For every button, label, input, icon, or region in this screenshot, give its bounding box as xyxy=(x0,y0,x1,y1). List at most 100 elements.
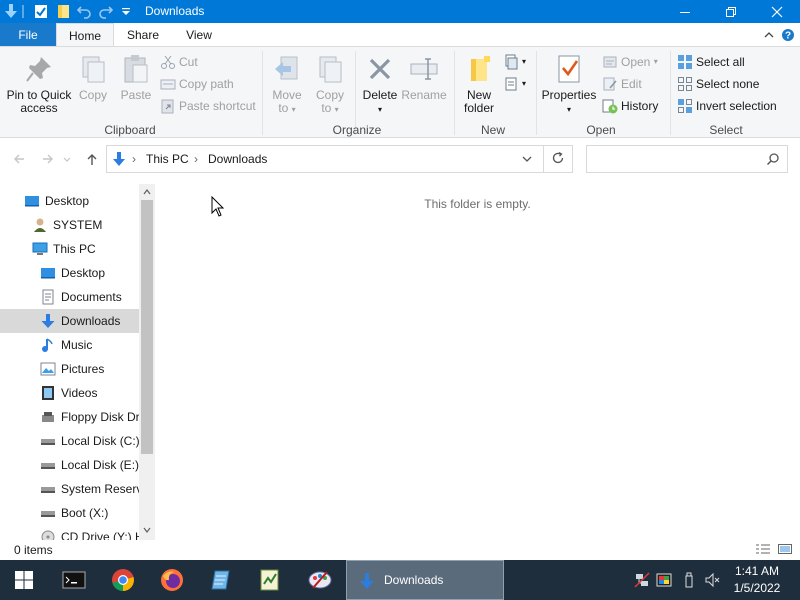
breadcrumb-chevron-icon[interactable]: › xyxy=(194,152,198,166)
paint-app-icon[interactable] xyxy=(296,560,344,600)
tree-item-local-disk-e[interactable]: Local Disk (E:) xyxy=(0,453,139,477)
tree-item-local-disk-c[interactable]: Local Disk (C:) xyxy=(0,429,139,453)
cut-button[interactable]: Cut xyxy=(160,52,198,72)
tree-item-desktop-root[interactable]: Desktop xyxy=(0,189,139,213)
tree-item-videos[interactable]: Videos xyxy=(0,381,139,405)
tree-item-documents[interactable]: Documents xyxy=(0,285,139,309)
redo-icon[interactable] xyxy=(98,3,114,19)
tree-item-pictures[interactable]: Pictures xyxy=(0,357,139,381)
tree-item-cd-drive[interactable]: CD Drive (Y:) H xyxy=(0,525,139,540)
tree-item-system[interactable]: SYSTEM xyxy=(0,213,139,237)
undo-icon[interactable] xyxy=(76,3,92,19)
properties-button[interactable]: Properties ▾ xyxy=(540,53,598,116)
back-arrow-icon[interactable] xyxy=(9,149,29,169)
search-icon[interactable] xyxy=(766,152,780,169)
maximize-button[interactable] xyxy=(708,0,754,23)
address-dropdown-chevron-icon[interactable] xyxy=(521,153,533,168)
move-to-button[interactable]: Move to ▾ xyxy=(268,53,306,116)
properties-quick-icon[interactable] xyxy=(33,3,49,19)
notepad-icon[interactable] xyxy=(197,560,245,600)
tab-share[interactable]: Share xyxy=(116,23,170,47)
new-item-button[interactable]: ▾ xyxy=(503,52,526,72)
breadcrumb-downloads[interactable]: Downloads xyxy=(208,152,267,166)
address-bar[interactable]: › This PC › Downloads xyxy=(106,145,544,173)
tree-item-music[interactable]: Music xyxy=(0,333,139,357)
search-box[interactable] xyxy=(586,145,788,173)
breadcrumb-chevron-icon[interactable]: › xyxy=(132,152,136,166)
usb-device-icon[interactable] xyxy=(681,572,697,588)
command-prompt-icon[interactable] xyxy=(50,560,98,600)
select-none-button[interactable]: Select none xyxy=(677,74,759,94)
copy-to-label-line2: to xyxy=(321,101,332,115)
tab-home[interactable]: Home xyxy=(56,23,114,47)
file-list-area[interactable]: This folder is empty. xyxy=(155,184,800,540)
rename-button[interactable]: Rename xyxy=(401,53,447,102)
open-button[interactable]: Open ▾ xyxy=(602,52,658,72)
refresh-button[interactable] xyxy=(544,145,573,173)
cut-label: Cut xyxy=(179,55,198,69)
scroll-down-arrow-icon[interactable] xyxy=(139,522,155,538)
copy-to-button[interactable]: Copy to ▾ xyxy=(311,53,349,116)
forward-arrow-icon[interactable] xyxy=(38,149,58,169)
customize-toolbar-chevron-icon[interactable] xyxy=(118,3,134,19)
taskbar-clock[interactable]: 1:41 AM 1/5/2022 xyxy=(726,563,788,597)
tree-item-this-pc[interactable]: This PC xyxy=(0,237,139,261)
new-folder-label-line2: folder xyxy=(463,101,495,115)
new-folder-label-line1: New xyxy=(466,88,491,102)
music-icon xyxy=(40,337,56,353)
paste-shortcut-button[interactable]: Paste shortcut xyxy=(160,96,256,116)
drive-icon xyxy=(40,457,56,473)
recent-locations-chevron-icon[interactable] xyxy=(61,149,73,169)
tree-item-label: This PC xyxy=(53,242,96,256)
history-button[interactable]: History xyxy=(602,96,658,116)
copy-to-label-line1: Copy xyxy=(315,88,344,102)
tree-item-floppy[interactable]: Floppy Disk Dri xyxy=(0,405,139,429)
paste-button[interactable]: Paste xyxy=(118,53,154,102)
network-icon[interactable] xyxy=(634,572,650,588)
tab-view[interactable]: View xyxy=(172,23,226,47)
firefox-icon[interactable] xyxy=(148,560,196,600)
breadcrumb-this-pc[interactable]: This PC xyxy=(146,152,189,166)
help-icon[interactable]: ? xyxy=(781,28,795,42)
copy-button[interactable]: Copy xyxy=(76,53,110,102)
copy-path-button[interactable]: Copy path xyxy=(160,74,234,94)
scrollbar-thumb[interactable] xyxy=(141,200,153,454)
start-windows-icon[interactable] xyxy=(0,560,48,600)
close-button[interactable] xyxy=(754,0,800,23)
move-to-label-line2: to xyxy=(278,101,289,115)
group-label-organize: Organize xyxy=(332,123,382,137)
taskbar-file-explorer-downloads[interactable]: Downloads xyxy=(346,560,504,600)
navpane-scrollbar[interactable] xyxy=(139,184,155,540)
tree-item-boot-x[interactable]: Boot (X:) xyxy=(0,501,139,525)
new-folder-button[interactable]: New folder xyxy=(458,53,500,115)
up-arrow-icon[interactable] xyxy=(82,149,102,169)
navigation-pane[interactable]: Desktop SYSTEM This PC Desktop Documents… xyxy=(0,184,155,540)
open-label: Open xyxy=(621,55,651,69)
cd-drive-icon xyxy=(40,529,56,540)
collapse-ribbon-icon[interactable] xyxy=(762,28,776,42)
invert-selection-button[interactable]: Invert selection xyxy=(677,96,777,116)
tab-file[interactable]: File xyxy=(0,23,56,47)
easy-access-icon xyxy=(503,76,519,92)
new-folder-quick-icon[interactable] xyxy=(56,3,72,19)
chrome-icon[interactable] xyxy=(99,560,147,600)
clock-date: 1/5/2022 xyxy=(733,581,781,595)
volume-muted-icon[interactable] xyxy=(704,572,720,588)
paste-shortcut-label: Paste shortcut xyxy=(179,99,256,113)
easy-access-button[interactable]: ▾ xyxy=(503,74,526,94)
large-icons-view-icon[interactable] xyxy=(777,542,793,559)
pin-to-quick-access-button[interactable]: Pin to Quick access xyxy=(4,53,74,115)
tree-item-desktop[interactable]: Desktop xyxy=(0,261,139,285)
details-view-icon[interactable] xyxy=(755,542,771,559)
copy-icon xyxy=(77,53,109,85)
tree-item-downloads[interactable]: Downloads xyxy=(0,309,139,333)
minimize-button[interactable] xyxy=(662,0,708,23)
edit-button[interactable]: Edit xyxy=(602,74,642,94)
editor-app-icon[interactable] xyxy=(246,560,294,600)
delete-button[interactable]: Delete ▾ xyxy=(359,53,401,116)
scroll-up-arrow-icon[interactable] xyxy=(139,184,155,200)
select-all-button[interactable]: Select all xyxy=(677,52,745,72)
tree-item-system-reserved[interactable]: System Reserve xyxy=(0,477,139,501)
search-input[interactable] xyxy=(593,147,763,171)
display-color-icon[interactable] xyxy=(656,572,672,588)
